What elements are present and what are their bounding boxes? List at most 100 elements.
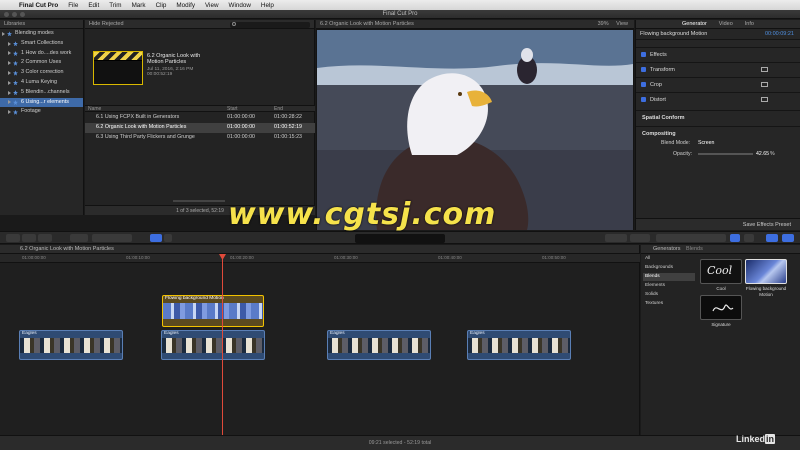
generator-thumb-flowing[interactable]	[745, 259, 787, 284]
tab-info[interactable]: Info	[745, 20, 754, 28]
col-end[interactable]: End	[274, 106, 283, 112]
disclosure-icon[interactable]	[8, 71, 11, 76]
distort-icon[interactable]	[761, 97, 768, 102]
timeline-clip[interactable]: Eagles	[161, 330, 265, 360]
filter-dropdown[interactable]: Hide Rejected	[89, 20, 124, 28]
opacity-slider[interactable]	[698, 153, 753, 155]
disclosure-icon[interactable]	[8, 41, 11, 46]
list-item[interactable]: 6.1 Using FCPX Built in Generators 01:00…	[85, 113, 315, 123]
library-item-3[interactable]: 3 Color correction	[0, 68, 83, 78]
folder-icon	[13, 41, 18, 47]
library-item-5[interactable]: 5 Blendin...channels	[0, 88, 83, 98]
generator-clip[interactable]: Flowing background Motion	[162, 295, 264, 327]
zoom-dropdown[interactable]: 39%	[598, 21, 609, 27]
menu-edit[interactable]: Edit	[83, 2, 104, 9]
disclosure-icon[interactable]	[8, 51, 11, 56]
timeline-clip[interactable]: Eagles	[327, 330, 431, 360]
import-media-button[interactable]	[6, 234, 20, 242]
library-item-1[interactable]: 1 How do....des work	[0, 49, 83, 59]
tab-video[interactable]: Video	[719, 20, 733, 28]
select-tool-button[interactable]	[150, 234, 162, 242]
zoom-button[interactable]	[70, 234, 88, 242]
category-item[interactable]: Elements	[643, 282, 695, 290]
library-item-footage[interactable]: Footage	[0, 107, 83, 117]
generators-button[interactable]	[730, 234, 740, 242]
menu-view[interactable]: View	[200, 2, 224, 9]
checkbox[interactable]	[641, 67, 646, 72]
section-distort[interactable]: Distort	[636, 92, 800, 106]
section-spatial-conform[interactable]: Spatial Conform	[636, 110, 800, 124]
timeline-clip[interactable]: Eagles	[467, 330, 571, 360]
category-item[interactable]: All	[643, 255, 695, 263]
generator-thumb-signature[interactable]	[700, 295, 742, 320]
crop-icon[interactable]	[761, 82, 768, 87]
analyze-button[interactable]	[38, 234, 52, 242]
playhead[interactable]	[222, 254, 223, 435]
library-item-smart-collections[interactable]: Smart Collections	[0, 39, 83, 49]
edit-mode-buttons[interactable]	[92, 234, 132, 242]
disclosure-icon[interactable]	[8, 100, 11, 105]
section-effects[interactable]: Effects	[636, 47, 800, 61]
keywords-button[interactable]	[22, 234, 36, 242]
inspector-panel: Generator Video Info Flowing background …	[635, 20, 800, 230]
browser-search-input[interactable]	[230, 21, 310, 28]
blend-mode-dropdown[interactable]: Screen	[698, 138, 714, 148]
section-transform[interactable]: Transform	[636, 62, 800, 76]
menu-modify[interactable]: Modify	[171, 2, 200, 9]
menu-help[interactable]: Help	[256, 2, 279, 9]
tool-dropdown[interactable]	[164, 234, 172, 242]
clip-thumbnail[interactable]	[93, 51, 143, 85]
tab-generator[interactable]: Generator	[682, 20, 707, 28]
timeline-clip[interactable]: Eagles	[19, 330, 123, 360]
save-effects-preset-button[interactable]: Save Effects Preset	[636, 218, 800, 230]
library-blending-modes[interactable]: Blending modes	[0, 29, 83, 39]
disclosure-icon[interactable]	[8, 110, 11, 115]
disclosure-icon[interactable]	[8, 90, 11, 95]
category-item[interactable]: Solids	[643, 291, 695, 299]
zoom-window-button[interactable]	[20, 12, 25, 17]
list-item[interactable]: 6.3 Using Third Party Flickers and Grung…	[85, 133, 315, 143]
disclosure-icon[interactable]	[8, 80, 11, 85]
col-start[interactable]: Start	[227, 106, 238, 112]
clip-filmstrip	[328, 338, 430, 353]
category-item[interactable]: Textures	[643, 300, 695, 308]
category-item[interactable]: Blends	[643, 273, 695, 281]
col-name[interactable]: Name	[88, 106, 101, 112]
transitions-button[interactable]	[744, 234, 754, 242]
opacity-unit: %	[770, 151, 775, 157]
generator-thumb-cool[interactable]: Cool	[700, 259, 742, 284]
menu-clip[interactable]: Clip	[151, 2, 172, 9]
library-item-6[interactable]: 6 Using...r elements	[0, 97, 83, 108]
menu-file[interactable]: File	[63, 2, 83, 9]
generators-header: Generators Blends	[641, 245, 800, 254]
inspector-toggle[interactable]	[766, 234, 778, 242]
library-item-2[interactable]: 2 Common Uses	[0, 58, 83, 68]
list-item[interactable]: 6.2 Organic Look with Motion Particles 0…	[85, 123, 315, 133]
checkbox[interactable]	[641, 52, 646, 57]
library-item-label: 5 Blendin...channels	[21, 88, 70, 95]
checkbox[interactable]	[641, 82, 646, 87]
retime-button[interactable]	[630, 234, 650, 242]
timecode-display[interactable]	[355, 234, 445, 243]
disclosure-icon[interactable]	[8, 61, 11, 66]
menu-app[interactable]: Final Cut Pro	[14, 2, 63, 9]
scroll-slider[interactable]	[173, 200, 225, 202]
library-item-4[interactable]: 4 Luma Keying	[0, 78, 83, 88]
timeline-ruler[interactable]: 01:00:00:00 01:00:10:00 01:00:20:00 01:0…	[0, 254, 640, 263]
media-browser-buttons[interactable]	[656, 234, 726, 242]
viewer-header: 6.2 Organic Look with Motion Particles 3…	[316, 20, 634, 29]
view-dropdown[interactable]: View	[616, 21, 628, 27]
opacity-value[interactable]: 42.65	[756, 149, 769, 159]
enhance-button[interactable]	[605, 234, 627, 242]
section-crop[interactable]: Crop	[636, 77, 800, 91]
minimize-window-button[interactable]	[12, 12, 17, 17]
category-item[interactable]: Backgrounds	[643, 264, 695, 272]
transform-icon[interactable]	[761, 67, 768, 72]
menu-mark[interactable]: Mark	[127, 2, 151, 9]
checkbox[interactable]	[641, 97, 646, 102]
audio-toggle[interactable]	[782, 234, 794, 242]
disclosure-icon[interactable]	[2, 31, 5, 36]
menu-window[interactable]: Window	[224, 2, 256, 9]
close-window-button[interactable]	[4, 12, 9, 17]
menu-trim[interactable]: Trim	[104, 2, 126, 9]
